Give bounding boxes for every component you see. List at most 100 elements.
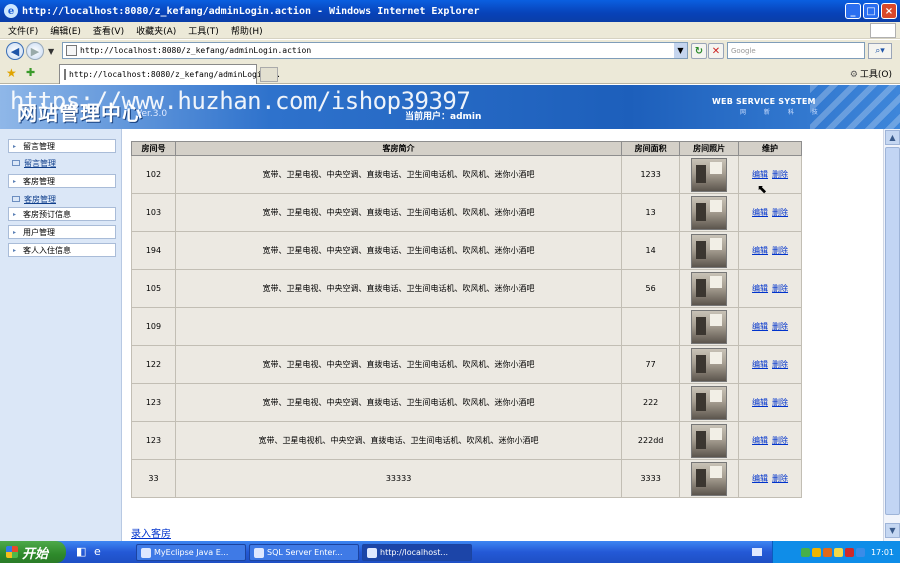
room-photo-thumbnail[interactable] [691,385,728,420]
edit-link[interactable]: 编辑 [752,360,768,369]
page-header-banner: 网站管理中心 Ver.3.0 https://www.huzhan.com/is… [0,85,900,129]
delete-link[interactable]: 删除 [772,208,788,217]
edit-link[interactable]: 编辑 [752,170,768,179]
menu-view[interactable]: 查看(V) [93,24,124,37]
delete-link[interactable]: 删除 [772,436,788,445]
room-photo-thumbnail[interactable] [691,157,728,192]
taskbar: 开始 ◧ e MyEclipse Java E... SQL Server En… [0,541,900,563]
address-dropdown-icon[interactable]: ▼ [674,43,687,58]
delete-link[interactable]: 删除 [772,170,788,179]
delete-link[interactable]: 删除 [772,474,788,483]
room-photo-thumbnail[interactable] [691,347,728,382]
window-title: http://localhost:8080/z_kefang/adminLogi… [22,5,480,17]
scroll-down-icon[interactable]: ▼ [885,523,900,538]
tab-title: http://localhost:8080/z_kefang/adminLogi… [69,70,281,79]
task-button-ie[interactable]: http://localhost... [362,544,472,561]
minimize-button[interactable]: _ [845,3,861,19]
menu-file[interactable]: 文件(F) [8,24,38,37]
arrow-right-icon: ▸ [13,177,17,185]
menu-favorites[interactable]: 收藏夹(A) [136,24,176,37]
edit-link[interactable]: 编辑 [752,436,768,445]
sidebar-subitem-room-mgmt[interactable]: 客房管理 [8,192,116,206]
ie-logo-icon: e [4,4,18,18]
table-row: 102 宽带、卫星电视、中央空调、直拨电话、卫生间电话机、吹风机、迷你小酒吧 123… [131,155,802,194]
table-row: 33 33333 3333 编辑 删除 [131,459,802,498]
close-button[interactable]: × [881,3,897,19]
back-arrow-icon[interactable]: ◀ [6,42,24,60]
search-icon[interactable]: ⌕▾ [868,43,892,59]
room-photo-thumbnail[interactable] [691,423,728,458]
stop-icon[interactable]: ✕ [708,43,724,59]
sidebar-item-room-mgmt[interactable]: ▸ 客房管理 [8,174,116,188]
room-photo-thumbnail[interactable] [691,233,728,268]
new-tab-button[interactable] [260,67,278,82]
gear-icon: ⚙ [849,70,858,80]
address-input[interactable]: http://localhost:8080/z_kefang/adminLogi… [62,42,688,59]
edit-link[interactable]: 编辑 [752,322,768,331]
square-bullet-icon [12,196,20,202]
square-bullet-icon [12,160,20,166]
room-photo-thumbnail[interactable] [691,309,728,344]
address-toolbar: ◀ ▶ ▼ http://localhost:8080/z_kefang/adm… [0,40,900,62]
maximize-button[interactable]: □ [863,3,879,19]
page-icon [66,45,77,56]
myeclipse-icon [141,547,151,558]
tools-menu-label: 工具(O) [859,70,892,80]
sidebar-item-message-mgmt[interactable]: ▸ 留言管理 [8,139,116,153]
edit-link[interactable]: 编辑 [752,284,768,293]
edit-link[interactable]: 编辑 [752,474,768,483]
scroll-up-icon[interactable]: ▲ [885,130,900,145]
add-favorite-icon[interactable]: ✚ [26,66,35,79]
start-button[interactable]: 开始 [0,541,66,563]
sidebar-item-booking-info[interactable]: ▸ 客房预订信息 [8,207,116,221]
edit-link[interactable]: 编辑 [752,246,768,255]
forward-arrow-icon[interactable]: ▶ [26,42,44,60]
tray-app-icon[interactable] [822,547,832,557]
cell-photo [679,459,740,498]
history-dropdown-icon[interactable]: ▼ [48,47,54,56]
menu-tools[interactable]: 工具(T) [188,24,219,37]
task-button-sqlserver[interactable]: SQL Server Enter... [249,544,359,561]
room-photo-thumbnail[interactable] [691,271,728,306]
vertical-scrollbar[interactable]: ▲ ▼ [883,129,900,541]
ie-quicklaunch-icon[interactable]: e [94,545,108,559]
delete-link[interactable]: 删除 [772,284,788,293]
menu-help[interactable]: 帮助(H) [231,24,263,37]
room-photo-thumbnail[interactable] [691,195,728,230]
edit-link[interactable]: 编辑 [752,398,768,407]
cell-actions: 编辑 删除 [738,269,802,308]
refresh-icon[interactable]: ↻ [691,43,707,59]
sidebar-item-user-mgmt[interactable]: ▸ 用户管理 [8,225,116,239]
delete-link[interactable]: 删除 [772,398,788,407]
scroll-thumb[interactable] [885,147,900,515]
show-desktop-icon[interactable]: ◧ [76,545,90,559]
favorites-star-icon[interactable]: ★ [6,66,17,80]
search-input[interactable]: Google [727,42,865,59]
delete-link[interactable]: 删除 [772,360,788,369]
window-title-bar[interactable]: e http://localhost:8080/z_kefang/adminLo… [0,0,900,22]
task-button-myeclipse[interactable]: MyEclipse Java E... [136,544,246,561]
tray-antivirus-icon[interactable] [844,547,854,557]
cell-actions: 编辑 删除 [738,307,802,346]
tray-volume-icon[interactable] [833,547,843,557]
main-content: 房间号 客房简介 房间面积 房间照片 维护 102 宽带、卫星电视、中央空调、直拨… [123,129,883,541]
keyboard-icon[interactable] [752,548,762,556]
table-row: 103 宽带、卫星电视、中央空调、直拨电话、卫生间电话机、吹风机、迷你小酒吧 13 编… [131,193,802,232]
cell-actions: 编辑 删除 [738,155,802,194]
delete-link[interactable]: 删除 [772,246,788,255]
sidebar-item-guest-checkin[interactable]: ▸ 客人入住信息 [8,243,116,257]
add-room-link[interactable]: 录入客房 [131,525,171,540]
room-photo-thumbnail[interactable] [691,461,728,496]
delete-link[interactable]: 删除 [772,322,788,331]
edit-link[interactable]: 编辑 [752,208,768,217]
cell-room-no: 194 [131,231,176,270]
sidebar-item-label: 客房预订信息 [23,209,71,219]
tools-menu-button[interactable]: ⚙ 工具(O) [850,67,892,80]
tray-update-icon[interactable] [855,547,865,557]
tab-current[interactable]: http://localhost:8080/z_kefang/adminLogi… [59,64,281,84]
sidebar-subitem-message-mgmt[interactable]: 留言管理 [8,156,116,170]
tray-security-icon[interactable] [811,547,821,557]
tray-network-icon[interactable] [800,547,810,557]
sidebar-item-label: 留言管理 [24,158,56,168]
menu-edit[interactable]: 编辑(E) [50,24,81,37]
